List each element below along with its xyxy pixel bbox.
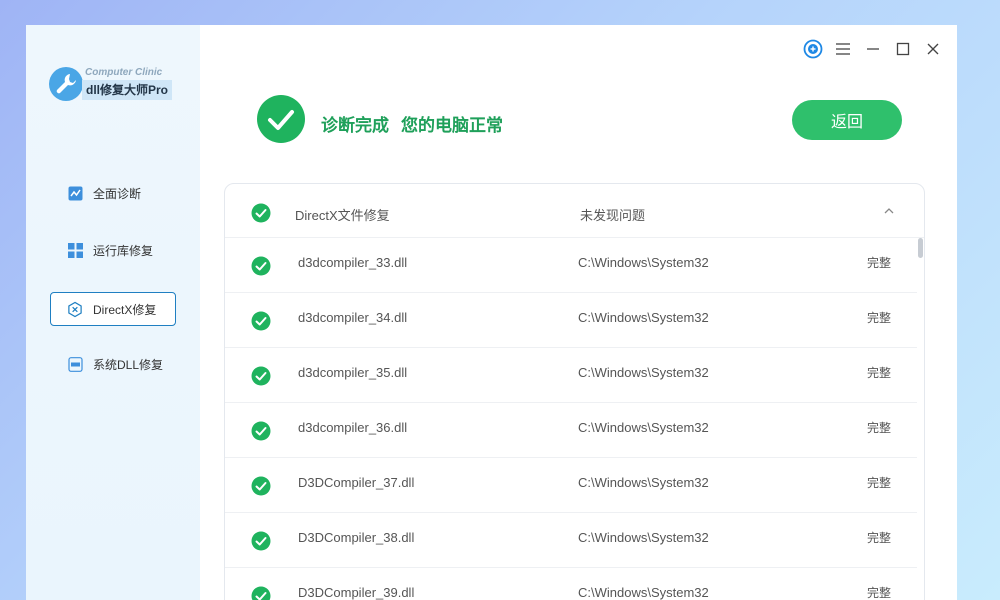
file-state: 完整 xyxy=(867,366,892,380)
file-path: C:\Windows\System32 xyxy=(578,530,709,545)
chevron-up-icon[interactable] xyxy=(882,204,896,218)
dll-file-icon xyxy=(67,356,83,372)
window-controls xyxy=(803,39,943,59)
app-window: Computer Clinic dll修复大师Pro 全面诊断 运行库修复 Di… xyxy=(26,25,957,600)
table-row: d3dcompiler_36.dll C:\Windows\System32 完… xyxy=(225,403,917,458)
sidebar-item-runtime-repair[interactable]: 运行库修复 xyxy=(50,233,176,267)
maximize-icon xyxy=(896,42,910,56)
sidebar-item-full-diagnosis[interactable]: 全面诊断 xyxy=(50,176,176,210)
check-circle-icon xyxy=(251,311,271,331)
sidebar-item-system-dll-repair[interactable]: 系统DLL修复 xyxy=(50,347,176,381)
directx-results-panel: DirectX文件修复 未发现问题 d3dcompiler_33.dll C:\… xyxy=(224,183,925,600)
file-name: d3dcompiler_35.dll xyxy=(298,365,408,380)
file-state: 完整 xyxy=(867,476,892,490)
status-title: 诊断完成 xyxy=(321,116,389,135)
file-state: 完整 xyxy=(867,531,892,545)
file-name: d3dcompiler_34.dll xyxy=(298,310,408,325)
wrench-logo-icon xyxy=(49,67,83,101)
file-path: C:\Windows\System32 xyxy=(578,585,709,600)
grid-icon xyxy=(67,242,83,258)
panel-header[interactable]: DirectX文件修复 未发现问题 xyxy=(225,184,924,238)
table-row: D3DCompiler_39.dll C:\Windows\System32 完… xyxy=(225,568,917,600)
sidebar-item-label: DirectX修复 xyxy=(93,302,157,317)
directx-icon xyxy=(67,301,83,317)
status-message: 诊断完成 您的电脑正常 xyxy=(321,111,503,136)
sidebar-item-label: 系统DLL修复 xyxy=(93,357,164,372)
file-name: D3DCompiler_39.dll xyxy=(298,585,415,600)
check-circle-icon xyxy=(251,531,271,551)
check-circle-icon xyxy=(251,366,271,386)
sidebar: Computer Clinic dll修复大师Pro 全面诊断 运行库修复 Di… xyxy=(26,25,200,600)
table-row: d3dcompiler_35.dll C:\Windows\System32 完… xyxy=(225,348,917,403)
sidebar-item-label: 全面诊断 xyxy=(93,186,142,201)
file-state: 完整 xyxy=(867,586,892,600)
file-path: C:\Windows\System32 xyxy=(578,310,709,325)
status-detail: 您的电脑正常 xyxy=(401,116,503,135)
check-circle-icon xyxy=(251,256,271,276)
success-check-icon xyxy=(257,95,305,143)
panel-title: DirectX文件修复 xyxy=(295,208,390,223)
table-row: D3DCompiler_37.dll C:\Windows\System32 完… xyxy=(225,458,917,513)
support-button[interactable] xyxy=(803,39,823,59)
chart-icon xyxy=(67,185,83,201)
logo-title: dll修复大师Pro xyxy=(82,80,173,100)
logo-subtitle: Computer Clinic xyxy=(85,67,163,78)
menu-button[interactable] xyxy=(833,39,853,59)
check-circle-icon xyxy=(251,421,271,441)
close-button[interactable] xyxy=(923,39,943,59)
file-state: 完整 xyxy=(867,421,892,435)
file-list: d3dcompiler_33.dll C:\Windows\System32 完… xyxy=(225,238,917,600)
file-path: C:\Windows\System32 xyxy=(578,420,709,435)
file-path: C:\Windows\System32 xyxy=(578,255,709,270)
check-circle-icon xyxy=(251,203,271,223)
file-state: 完整 xyxy=(867,311,892,325)
file-path: C:\Windows\System32 xyxy=(578,475,709,490)
file-path: C:\Windows\System32 xyxy=(578,365,709,380)
hamburger-icon xyxy=(836,43,850,55)
table-row: d3dcompiler_34.dll C:\Windows\System32 完… xyxy=(225,293,917,348)
scrollbar-thumb[interactable] xyxy=(918,238,923,258)
headset-icon xyxy=(803,39,823,59)
sidebar-item-label: 运行库修复 xyxy=(93,243,154,258)
maximize-button[interactable] xyxy=(893,39,913,59)
app-logo: Computer Clinic dll修复大师Pro xyxy=(48,62,178,104)
panel-status: 未发现问题 xyxy=(580,208,646,223)
table-row: D3DCompiler_38.dll C:\Windows\System32 完… xyxy=(225,513,917,568)
scrollbar[interactable] xyxy=(917,238,924,600)
sidebar-item-directx-repair[interactable]: DirectX修复 xyxy=(50,292,176,326)
file-name: D3DCompiler_37.dll xyxy=(298,475,415,490)
minimize-icon xyxy=(867,48,879,50)
file-name: d3dcompiler_33.dll xyxy=(298,255,408,270)
file-name: D3DCompiler_38.dll xyxy=(298,530,415,545)
back-button[interactable]: 返回 xyxy=(792,100,902,140)
check-circle-icon xyxy=(251,586,271,600)
close-icon xyxy=(927,43,939,55)
file-name: d3dcompiler_36.dll xyxy=(298,420,408,435)
main-content: 诊断完成 您的电脑正常 返回 DirectX文件修复 未发现问题 d3dcompi… xyxy=(200,25,957,600)
check-circle-icon xyxy=(251,476,271,496)
file-state: 完整 xyxy=(867,256,892,270)
table-row: d3dcompiler_33.dll C:\Windows\System32 完… xyxy=(225,238,917,293)
minimize-button[interactable] xyxy=(863,39,883,59)
